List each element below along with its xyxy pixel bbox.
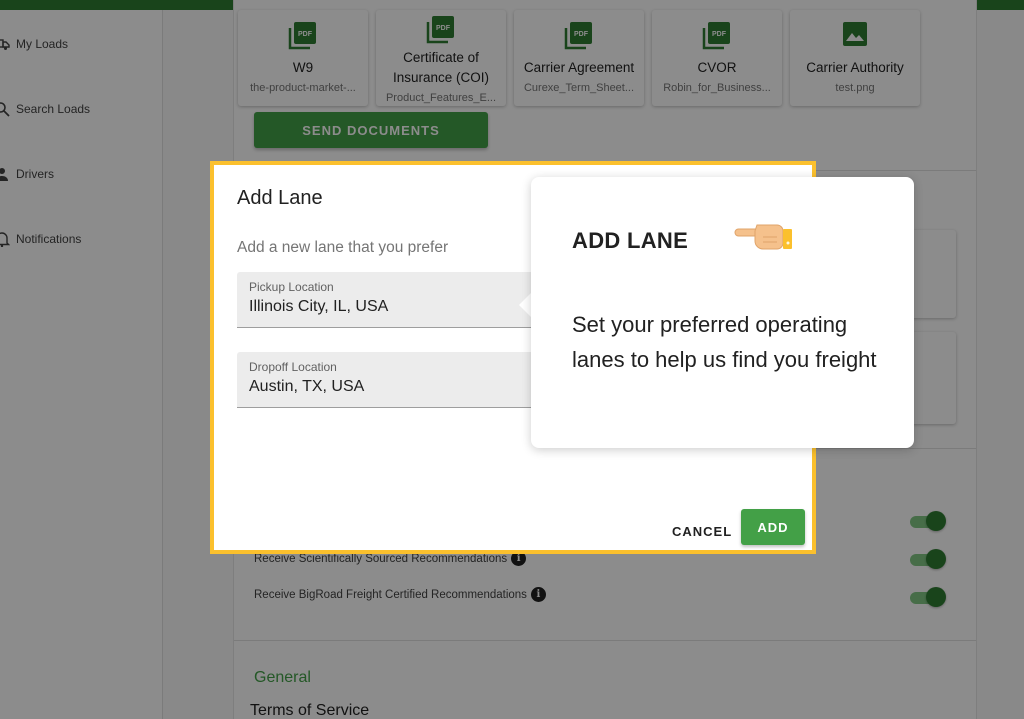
add-button[interactable]: ADD xyxy=(741,509,805,545)
onboarding-tooltip: ADD LANE Set your preferred operating la… xyxy=(531,177,914,448)
tooltip-body: Set your preferred operating lanes to he… xyxy=(572,312,877,372)
tooltip-title: ADD LANE xyxy=(572,228,689,253)
dialog-title: Add Lane xyxy=(237,187,323,209)
cancel-button[interactable]: CANCEL xyxy=(666,513,738,549)
pickup-location-label: Pickup Location xyxy=(249,280,334,294)
pointing-hand-icon xyxy=(733,219,797,260)
dialog-subtitle: Add a new lane that you prefer xyxy=(237,239,449,256)
dropoff-location-label: Dropoff Location xyxy=(249,360,337,374)
